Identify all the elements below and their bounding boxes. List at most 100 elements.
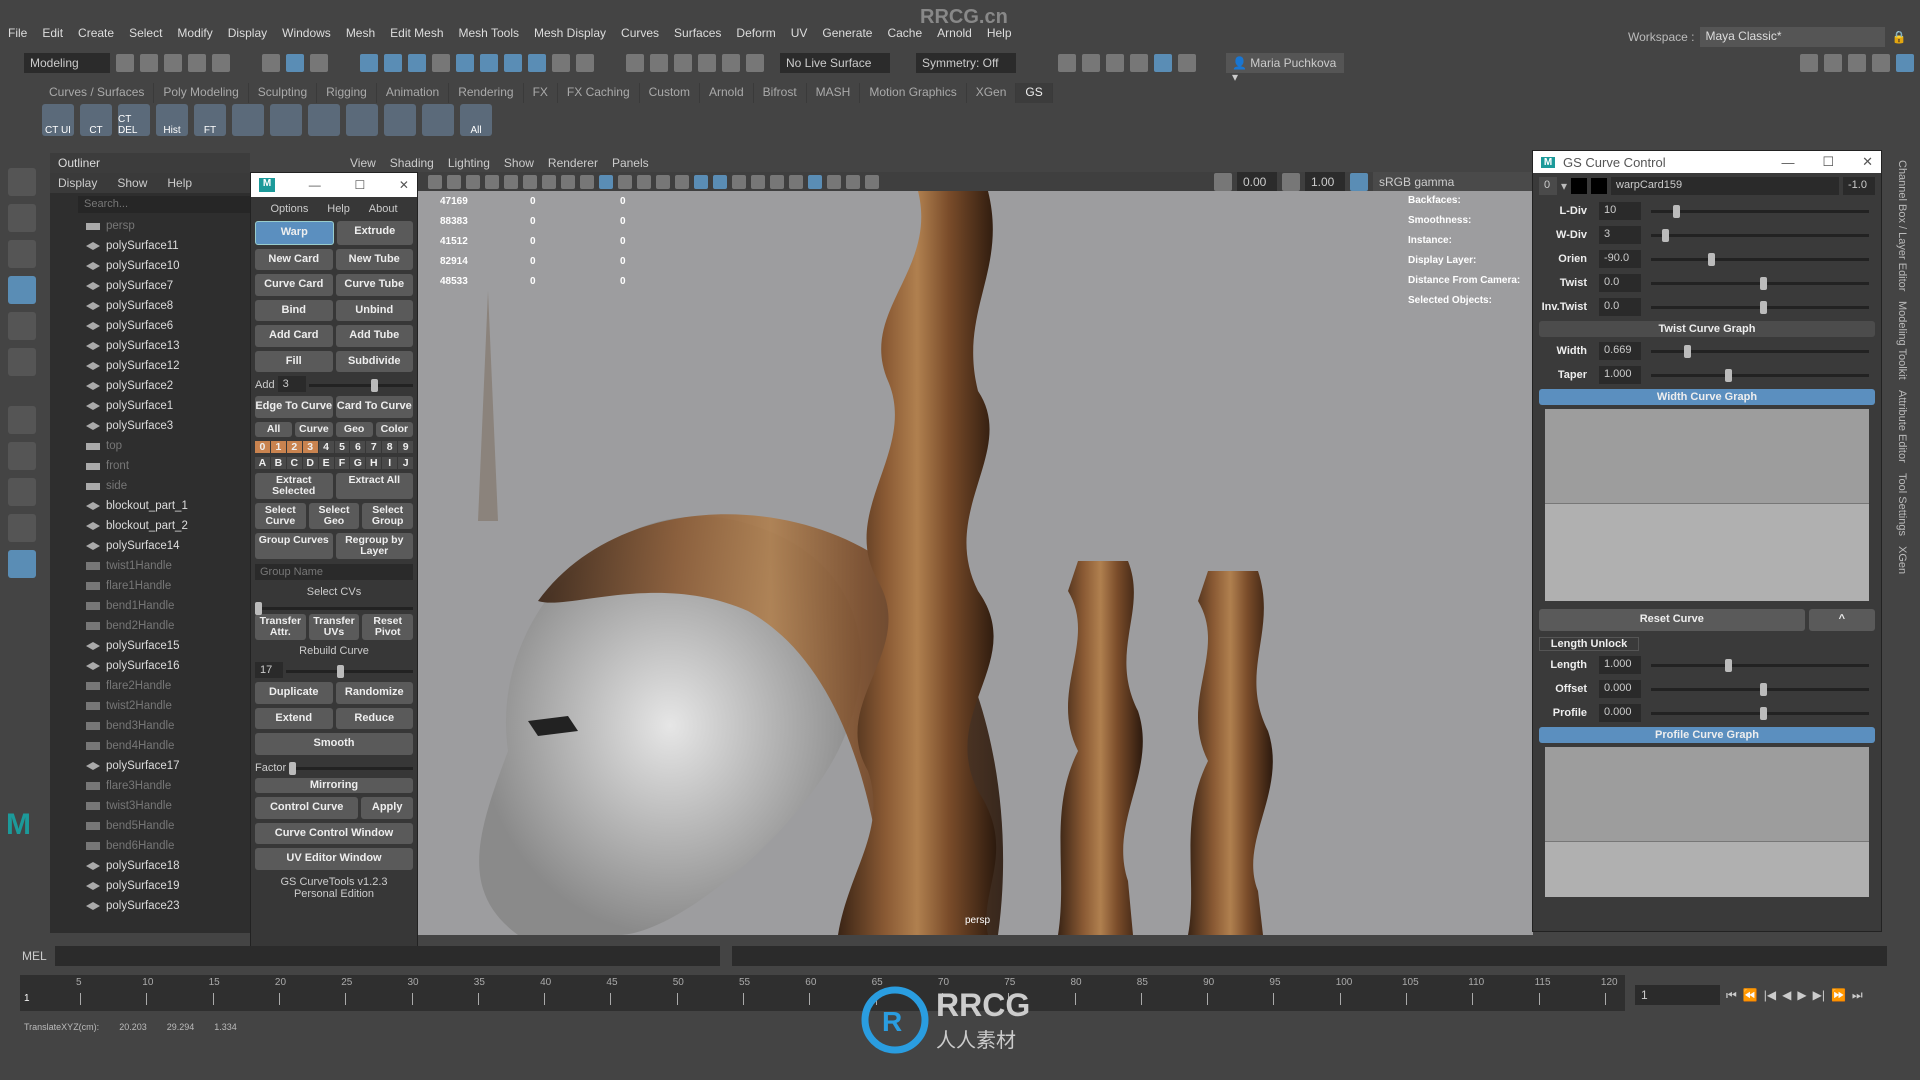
ipr-icon[interactable] bbox=[1106, 54, 1124, 72]
color-management-icon[interactable] bbox=[1350, 172, 1368, 191]
shelf-tool-icon[interactable] bbox=[384, 104, 416, 136]
menu-mesh-display[interactable]: Mesh Display bbox=[534, 26, 606, 40]
transfer-uvs-button[interactable]: Transfer UVs bbox=[308, 613, 360, 640]
slider-handle[interactable] bbox=[1683, 344, 1691, 358]
user-account-menu[interactable]: 👤 Maria Puchkova ▾ bbox=[1226, 53, 1344, 84]
param-offset-slider[interactable] bbox=[1651, 682, 1869, 696]
curve-button[interactable]: Curve bbox=[295, 421, 333, 437]
attribute-editor-icon[interactable] bbox=[1848, 54, 1866, 72]
param-l-div-field[interactable]: 10 bbox=[1599, 202, 1641, 220]
fill-button[interactable]: Fill bbox=[255, 350, 333, 373]
viewport-tool-icon[interactable] bbox=[675, 174, 689, 189]
layer-4-button[interactable]: 4 bbox=[318, 440, 334, 453]
viewport-tool-icon[interactable] bbox=[618, 174, 632, 189]
param-profile-field[interactable]: 0.000 bbox=[1599, 704, 1641, 722]
shelf-tab-curves-surfaces[interactable]: Curves / Surfaces bbox=[40, 83, 155, 103]
outliner-item[interactable]: polySurface11 bbox=[50, 236, 250, 256]
outliner-item[interactable]: persp bbox=[50, 216, 250, 236]
outliner-search-input[interactable]: Search... bbox=[78, 196, 250, 213]
curve-card-button[interactable]: Curve Card bbox=[255, 274, 333, 296]
mel-label[interactable]: MEL bbox=[22, 949, 47, 963]
snap-grid-icon[interactable] bbox=[360, 54, 378, 72]
curve-control-window-button[interactable]: Curve Control Window bbox=[255, 822, 413, 845]
shelf-tab-rigging[interactable]: Rigging bbox=[317, 83, 377, 103]
duplicate-button[interactable]: Duplicate bbox=[255, 681, 333, 704]
right-tab-attribute-editor[interactable]: Attribute Editor bbox=[1896, 390, 1908, 463]
viewport-tool-icon[interactable] bbox=[694, 174, 708, 189]
param-orien-field[interactable]: -90.0 bbox=[1599, 250, 1641, 268]
new-tube-button[interactable]: New Tube bbox=[335, 248, 413, 271]
menu-display[interactable]: Display bbox=[228, 26, 267, 40]
param-width-slider[interactable] bbox=[1651, 344, 1869, 358]
width-curve-graph[interactable] bbox=[1545, 409, 1869, 601]
slider-handle[interactable] bbox=[1661, 228, 1669, 242]
play-backward-icon[interactable]: ◀ bbox=[1782, 988, 1791, 1002]
outliner-menu-show[interactable]: Show bbox=[117, 176, 147, 190]
group-name-input[interactable]: Group Name bbox=[255, 563, 413, 580]
reset-pivot-button[interactable]: Reset Pivot bbox=[362, 613, 414, 640]
paint-select-icon[interactable] bbox=[8, 240, 36, 268]
menu-select[interactable]: Select bbox=[129, 26, 162, 40]
magnet-3-icon[interactable] bbox=[698, 54, 716, 72]
open-icon[interactable] bbox=[140, 54, 158, 72]
snap-curve-icon[interactable] bbox=[384, 54, 402, 72]
outliner-item[interactable]: side bbox=[50, 476, 250, 496]
snap-live-icon[interactable] bbox=[504, 54, 522, 72]
menu-mesh-tools[interactable]: Mesh Tools bbox=[459, 26, 519, 40]
exposure-field[interactable]: 0.00 bbox=[1237, 171, 1277, 192]
layer-e-button[interactable]: E bbox=[318, 456, 334, 469]
transfer-attr-button[interactable]: Transfer Attr. bbox=[255, 613, 306, 640]
viewport-tool-icon[interactable] bbox=[561, 174, 575, 189]
step-forward-key-icon[interactable]: ⏩ bbox=[1831, 988, 1846, 1002]
viewport-tool-icon[interactable] bbox=[808, 174, 822, 189]
param-length-field[interactable]: 1.000 bbox=[1599, 656, 1641, 674]
layer-1-button[interactable]: 1 bbox=[270, 440, 286, 453]
step-back-key-icon[interactable]: ⏪ bbox=[1743, 988, 1758, 1002]
minimize-icon[interactable]: — bbox=[309, 178, 321, 192]
close-icon[interactable]: ✕ bbox=[399, 178, 409, 192]
layer-a-button[interactable]: A bbox=[255, 456, 270, 469]
layer-h-button[interactable]: H bbox=[366, 456, 382, 469]
param-inv-twist-field[interactable]: 0.0 bbox=[1599, 298, 1641, 316]
outliner-item[interactable]: top bbox=[50, 436, 250, 456]
gs-menu-options[interactable]: Options bbox=[270, 203, 308, 215]
layer-3-button[interactable]: 3 bbox=[302, 440, 318, 453]
shelf-tool-icon[interactable]: Hist bbox=[156, 104, 188, 136]
extrude-button[interactable]: Extrude bbox=[336, 221, 413, 245]
two-view-icon[interactable] bbox=[8, 514, 36, 542]
outliner-layout-icon[interactable] bbox=[8, 550, 36, 578]
layer-d-button[interactable]: D bbox=[302, 456, 318, 469]
rebuild-slider[interactable] bbox=[286, 664, 413, 678]
geo-button[interactable]: Geo bbox=[335, 421, 373, 437]
viewport-tool-icon[interactable] bbox=[637, 174, 651, 189]
param-twist-field[interactable]: 0.0 bbox=[1599, 274, 1641, 292]
outliner-item[interactable]: polySurface12 bbox=[50, 356, 250, 376]
symmetry-select[interactable]: Symmetry: Off bbox=[916, 53, 1016, 73]
outliner-item[interactable]: bend4Handle bbox=[50, 736, 250, 756]
param-orien-slider[interactable] bbox=[1651, 252, 1869, 266]
outliner-item[interactable]: twist3Handle bbox=[50, 796, 250, 816]
slider-handle[interactable] bbox=[1725, 658, 1733, 672]
profile-curve-graph-header[interactable]: Profile Curve Graph bbox=[1539, 727, 1875, 743]
smooth-button[interactable]: Smooth bbox=[255, 733, 413, 755]
outliner-item[interactable]: polySurface17 bbox=[50, 756, 250, 776]
undo-icon[interactable] bbox=[188, 54, 206, 72]
modeling-toolkit-icon[interactable] bbox=[1800, 54, 1818, 72]
menu-modify[interactable]: Modify bbox=[177, 26, 212, 40]
gs-menu-about[interactable]: About bbox=[369, 203, 398, 215]
select-geo-button[interactable]: Select Geo bbox=[308, 502, 360, 529]
shelf-tool-icon[interactable] bbox=[308, 104, 340, 136]
go-to-start-icon[interactable]: ⏮ bbox=[1726, 988, 1737, 1003]
viewport-tool-icon[interactable] bbox=[542, 174, 556, 189]
menu-cache[interactable]: Cache bbox=[887, 26, 922, 40]
hypershade-icon[interactable] bbox=[1154, 54, 1172, 72]
reset-curve-button[interactable]: Reset Curve bbox=[1539, 609, 1805, 631]
outliner-item[interactable]: polySurface6 bbox=[50, 316, 250, 336]
magnet-4-icon[interactable] bbox=[722, 54, 740, 72]
viewport-menu-shading[interactable]: Shading bbox=[390, 156, 434, 170]
layer-0-button[interactable]: 0 bbox=[255, 440, 270, 453]
viewport-tool-icon[interactable] bbox=[580, 174, 594, 189]
shelf-tool-icon[interactable] bbox=[346, 104, 378, 136]
help-icon[interactable] bbox=[528, 54, 546, 72]
outliner-item[interactable]: flare1Handle bbox=[50, 576, 250, 596]
